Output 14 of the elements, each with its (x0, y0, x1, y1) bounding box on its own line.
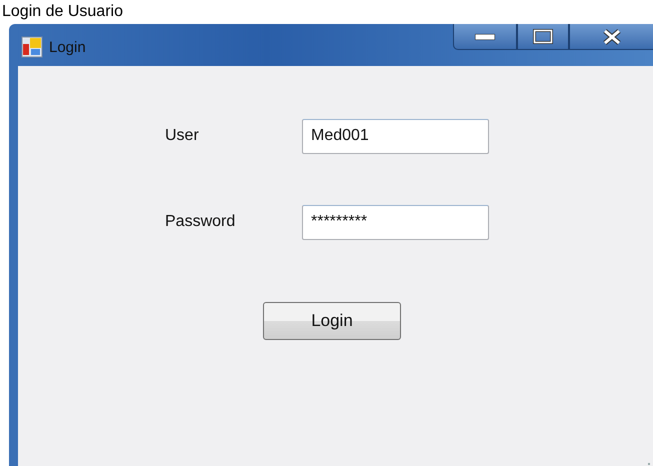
window-title: Login (49, 38, 86, 58)
minimize-button[interactable] (453, 24, 517, 50)
close-button[interactable] (569, 24, 653, 50)
field-label: Password (165, 212, 236, 232)
maximize-icon (533, 29, 553, 44)
close-icon (602, 28, 622, 44)
app-icon (21, 36, 43, 58)
input-field[interactable]: ********* (302, 204, 489, 240)
field-label: User (165, 126, 200, 146)
minimize-icon (475, 34, 495, 40)
caption-text: Login de Usuario (1, 4, 123, 20)
maximize-button[interactable] (517, 24, 569, 50)
login-button[interactable]: Login (263, 302, 401, 340)
input-field[interactable]: Med001 (302, 118, 489, 154)
